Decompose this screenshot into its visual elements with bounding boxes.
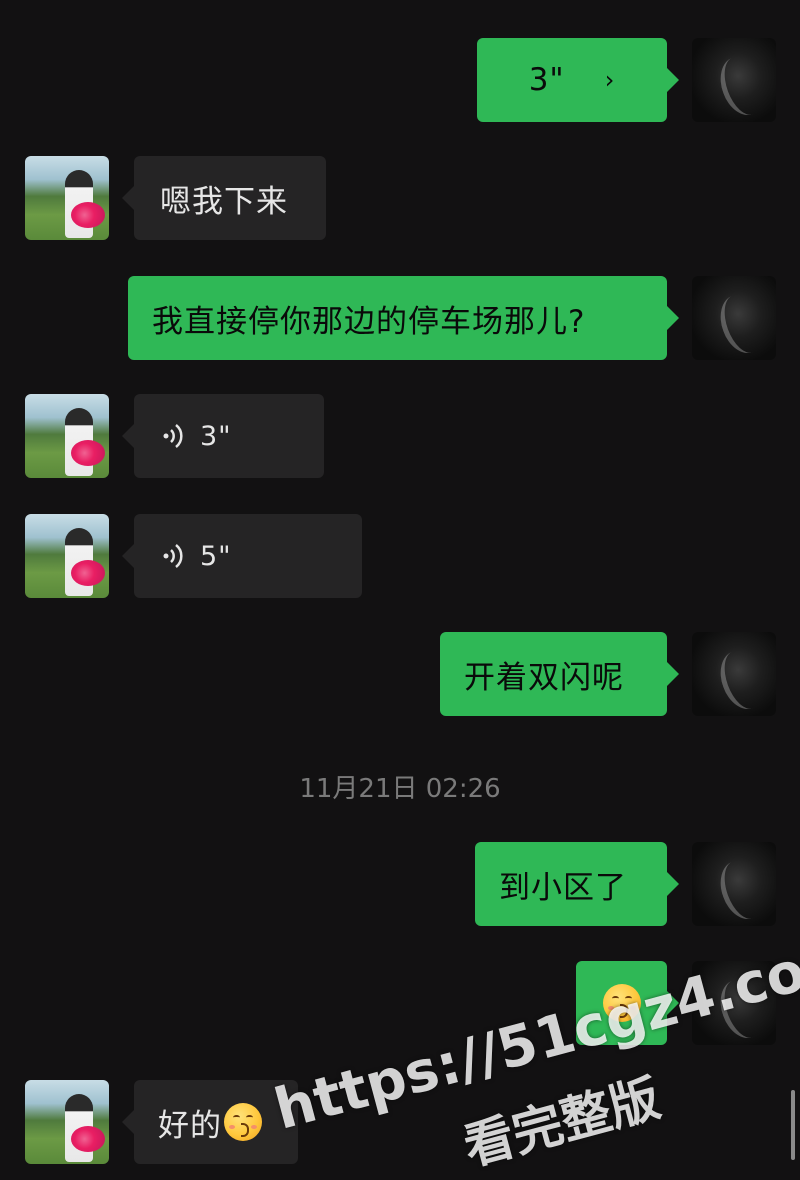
- my-avatar[interactable]: [692, 38, 776, 122]
- message-text: 嗯我下来: [160, 183, 288, 220]
- voice-wave-icon: [160, 421, 190, 451]
- scrollbar[interactable]: [791, 1090, 795, 1160]
- voice-duration: 3": [528, 62, 565, 98]
- message-text: 到小区了: [499, 869, 627, 906]
- outgoing-text-message[interactable]: 到小区了: [475, 842, 679, 926]
- message-text: 开着双闪呢: [464, 659, 624, 696]
- message-text: 好的: [158, 1107, 222, 1144]
- incoming-voice-message[interactable]: 5": [122, 514, 362, 598]
- voice-duration: 3": [200, 420, 232, 452]
- kissing-face-icon: [224, 1103, 262, 1141]
- message-timestamp: 11月21日 02:26: [299, 774, 501, 804]
- voice-wave-icon: ›: [604, 66, 616, 94]
- my-avatar[interactable]: [692, 842, 776, 926]
- incoming-voice-message[interactable]: 3": [122, 394, 324, 478]
- contact-avatar[interactable]: [25, 394, 109, 478]
- incoming-text-message[interactable]: 嗯我下来: [122, 156, 326, 240]
- my-avatar[interactable]: [692, 632, 776, 716]
- voice-duration: 5": [200, 540, 232, 572]
- voice-wave-icon: [160, 541, 190, 571]
- outgoing-text-message[interactable]: 我直接停你那边的停车场那儿?: [128, 276, 679, 360]
- contact-avatar[interactable]: [25, 156, 109, 240]
- outgoing-text-message[interactable]: 开着双闪呢: [440, 632, 679, 716]
- message-text: 我直接停你那边的停车场那儿?: [152, 303, 586, 340]
- outgoing-voice-message[interactable]: 3" ›: [477, 38, 679, 122]
- contact-avatar[interactable]: [25, 1080, 109, 1164]
- my-avatar[interactable]: [692, 276, 776, 360]
- contact-avatar[interactable]: [25, 514, 109, 598]
